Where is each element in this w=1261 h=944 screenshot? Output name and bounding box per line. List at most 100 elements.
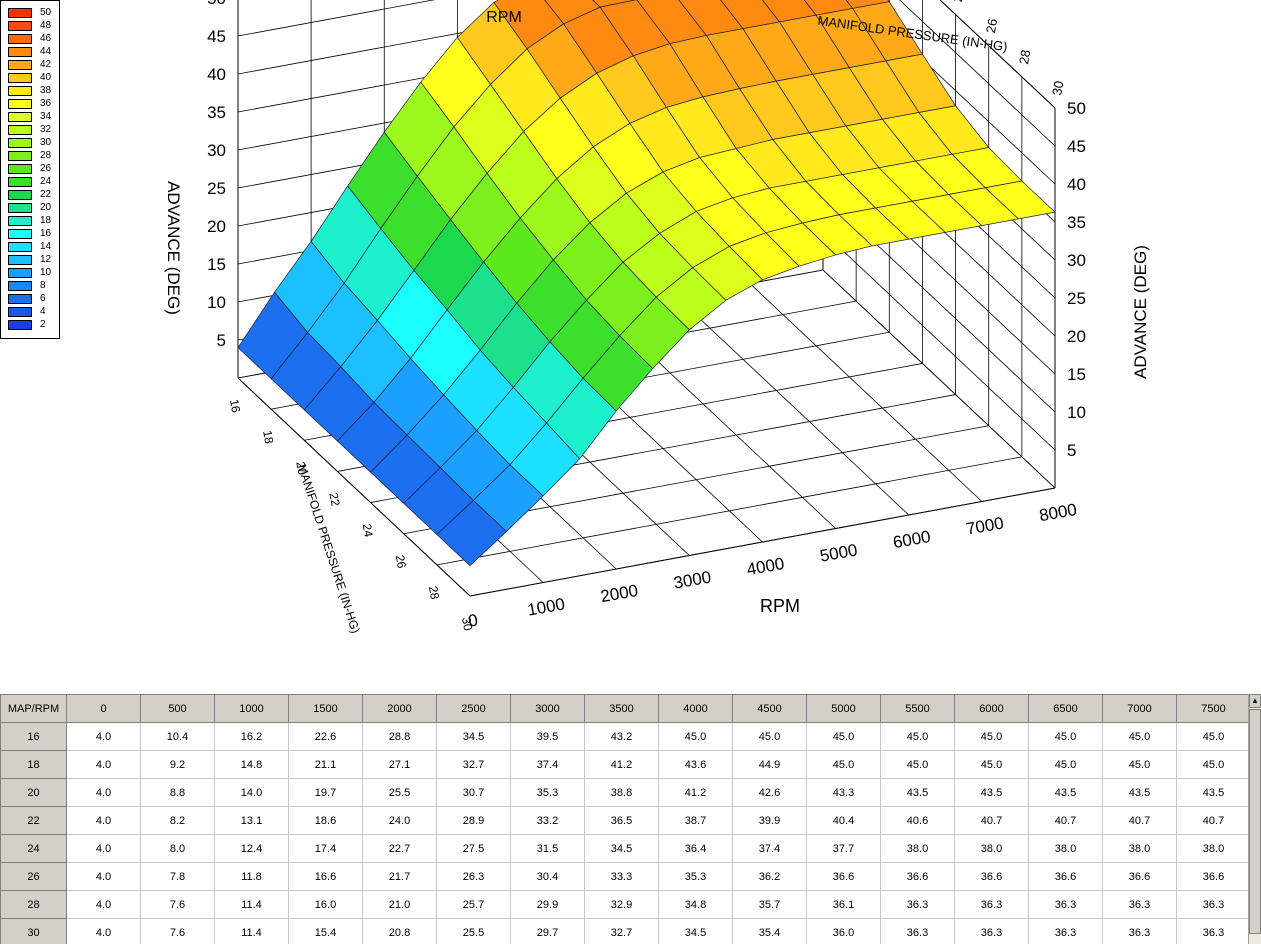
table-cell[interactable]: 14.0 <box>214 778 289 807</box>
table-cell[interactable]: 16.2 <box>214 722 289 751</box>
table-cell[interactable]: 21.7 <box>362 862 437 891</box>
table-cell[interactable]: 38.0 <box>1176 834 1251 863</box>
table-cell[interactable]: 36.6 <box>806 862 881 891</box>
table-cell[interactable]: 42.6 <box>732 778 807 807</box>
map-row-header[interactable]: 18 <box>0 750 67 779</box>
table-cell[interactable]: 45.0 <box>732 722 807 751</box>
table-cell[interactable]: 35.7 <box>732 890 807 919</box>
table-cell[interactable]: 38.0 <box>880 834 955 863</box>
table-cell[interactable]: 40.7 <box>1028 806 1103 835</box>
table-cell[interactable]: 32.7 <box>436 750 511 779</box>
table-cell[interactable]: 27.5 <box>436 834 511 863</box>
rpm-header[interactable]: 5000 <box>806 694 881 723</box>
table-cell[interactable]: 14.8 <box>214 750 289 779</box>
rpm-header[interactable]: 3000 <box>510 694 585 723</box>
table-cell[interactable]: 36.0 <box>806 918 881 944</box>
table-cell[interactable]: 4.0 <box>66 750 141 779</box>
rpm-header[interactable]: 500 <box>140 694 215 723</box>
table-cell[interactable]: 4.0 <box>66 806 141 835</box>
table-cell[interactable]: 43.5 <box>880 778 955 807</box>
rpm-header[interactable]: 1500 <box>288 694 363 723</box>
table-cell[interactable]: 36.1 <box>806 890 881 919</box>
table-cell[interactable]: 18.6 <box>288 806 363 835</box>
table-cell[interactable]: 36.3 <box>1176 918 1251 944</box>
table-cell[interactable]: 20.8 <box>362 918 437 944</box>
table-cell[interactable]: 45.0 <box>806 722 881 751</box>
table-cell[interactable]: 36.3 <box>1102 890 1177 919</box>
table-cell[interactable]: 41.2 <box>658 778 733 807</box>
table-cell[interactable]: 25.5 <box>362 778 437 807</box>
table-cell[interactable]: 12.4 <box>214 834 289 863</box>
table-cell[interactable]: 36.6 <box>1102 862 1177 891</box>
table-cell[interactable]: 10.4 <box>140 722 215 751</box>
table-cell[interactable]: 37.4 <box>510 750 585 779</box>
table-cell[interactable]: 16.6 <box>288 862 363 891</box>
table-cell[interactable]: 36.3 <box>1102 918 1177 944</box>
table-cell[interactable]: 4.0 <box>66 722 141 751</box>
map-row-header[interactable]: 24 <box>0 834 67 863</box>
table-cell[interactable]: 43.5 <box>954 778 1029 807</box>
map-row-header[interactable]: 26 <box>0 862 67 891</box>
table-cell[interactable]: 45.0 <box>880 750 955 779</box>
table-cell[interactable]: 11.4 <box>214 918 289 944</box>
table-cell[interactable]: 36.6 <box>1176 862 1251 891</box>
table-cell[interactable]: 38.7 <box>658 806 733 835</box>
table-cell[interactable]: 45.0 <box>1028 722 1103 751</box>
table-cell[interactable]: 35.3 <box>510 778 585 807</box>
table-cell[interactable]: 36.3 <box>1028 918 1103 944</box>
table-cell[interactable]: 38.0 <box>1102 834 1177 863</box>
table-cell[interactable]: 43.5 <box>1176 778 1251 807</box>
table-cell[interactable]: 45.0 <box>806 750 881 779</box>
table-cell[interactable]: 32.9 <box>584 890 659 919</box>
table-cell[interactable]: 7.8 <box>140 862 215 891</box>
table-cell[interactable]: 36.3 <box>880 918 955 944</box>
table-cell[interactable]: 40.7 <box>1176 806 1251 835</box>
table-cell[interactable]: 43.5 <box>1102 778 1177 807</box>
table-cell[interactable]: 36.3 <box>954 890 1029 919</box>
table-cell[interactable]: 36.6 <box>954 862 1029 891</box>
table-cell[interactable]: 39.9 <box>732 806 807 835</box>
table-cell[interactable]: 22.7 <box>362 834 437 863</box>
map-row-header[interactable]: 20 <box>0 778 67 807</box>
table-cell[interactable]: 11.8 <box>214 862 289 891</box>
table-cell[interactable]: 16.0 <box>288 890 363 919</box>
table-cell[interactable]: 25.5 <box>436 918 511 944</box>
rpm-header[interactable]: 7500 <box>1176 694 1251 723</box>
rpm-header[interactable]: 4500 <box>732 694 807 723</box>
table-cell[interactable]: 29.9 <box>510 890 585 919</box>
table-cell[interactable]: 9.2 <box>140 750 215 779</box>
table-cell[interactable]: 27.1 <box>362 750 437 779</box>
table-cell[interactable]: 43.3 <box>806 778 881 807</box>
table-cell[interactable]: 36.3 <box>880 890 955 919</box>
table-cell[interactable]: 45.0 <box>1176 722 1251 751</box>
table-cell[interactable]: 21.1 <box>288 750 363 779</box>
table-cell[interactable]: 28.8 <box>362 722 437 751</box>
table-cell[interactable]: 43.2 <box>584 722 659 751</box>
table-cell[interactable]: 45.0 <box>658 722 733 751</box>
table-cell[interactable]: 21.0 <box>362 890 437 919</box>
table-cell[interactable]: 45.0 <box>880 722 955 751</box>
table-cell[interactable]: 45.0 <box>1102 722 1177 751</box>
table-cell[interactable]: 45.0 <box>954 750 1029 779</box>
map-row-header[interactable]: 16 <box>0 722 67 751</box>
map-row-header[interactable]: 30 <box>0 918 67 944</box>
rpm-header[interactable]: 6500 <box>1028 694 1103 723</box>
table-cell[interactable]: 7.6 <box>140 918 215 944</box>
scroll-thumb[interactable] <box>1249 709 1261 934</box>
table-cell[interactable]: 15.4 <box>288 918 363 944</box>
table-cell[interactable]: 36.6 <box>880 862 955 891</box>
table-cell[interactable]: 36.6 <box>1028 862 1103 891</box>
table-cell[interactable]: 32.7 <box>584 918 659 944</box>
table-cell[interactable]: 28.9 <box>436 806 511 835</box>
table-cell[interactable]: 8.0 <box>140 834 215 863</box>
table-cell[interactable]: 38.8 <box>584 778 659 807</box>
table-cell[interactable]: 4.0 <box>66 918 141 944</box>
table-cell[interactable]: 36.3 <box>1176 890 1251 919</box>
rpm-header[interactable]: 7000 <box>1102 694 1177 723</box>
table-cell[interactable]: 4.0 <box>66 862 141 891</box>
table-cell[interactable]: 36.4 <box>658 834 733 863</box>
rpm-header[interactable]: 3500 <box>584 694 659 723</box>
map-row-header[interactable]: 22 <box>0 806 67 835</box>
table-cell[interactable]: 4.0 <box>66 834 141 863</box>
table-cell[interactable]: 4.0 <box>66 778 141 807</box>
